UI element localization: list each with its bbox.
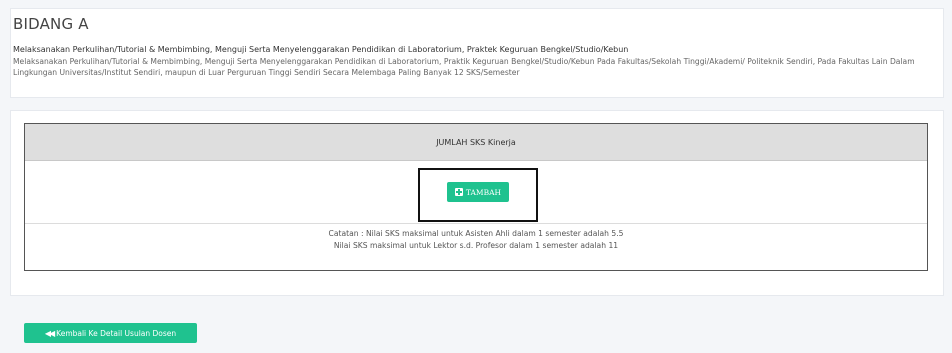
plus-square-icon [454,188,463,196]
note-line-lektor-profesor: Nilai SKS maksimal untuk Lektor s.d. Pro… [333,241,619,250]
back-button-label: Kembali Ke Detail Usulan Dosen [56,328,177,338]
table-header: JUMLAH SKS Kinerja [25,124,927,161]
double-left-icon: ◀◀ [44,328,55,338]
tambah-button[interactable]: TAMBAH [447,182,509,202]
section-subtitle: Melaksanakan Perkulihan/Tutorial & Membi… [13,45,629,54]
notes: Catatan : Nilai SKS maksimal untuk Asist… [25,228,927,252]
section-title: BIDANG A [13,15,89,33]
button-row: TAMBAH [25,160,927,224]
section-description: Melaksanakan Perkulihan/Tutorial & Membi… [13,57,915,77]
tambah-button-label: TAMBAH [465,187,502,197]
sks-table: JUMLAH SKS Kinerja TAMBAH Catatan : Nila… [24,123,928,271]
note-line-asisten-ahli: Catatan : Nilai SKS maksimal untuk Asist… [328,229,624,238]
back-to-detail-button[interactable]: ◀◀ Kembali Ke Detail Usulan Dosen [24,323,197,343]
